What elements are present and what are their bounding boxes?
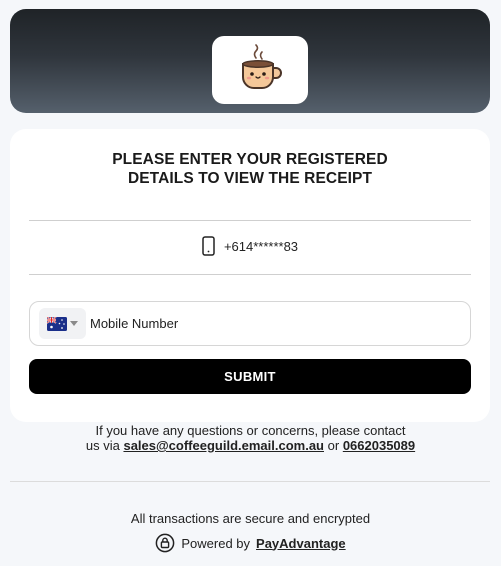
contact-or: or (327, 438, 340, 453)
divider-top (29, 220, 471, 221)
contact-line-1: If you have any questions or concerns, p… (95, 423, 406, 438)
mobile-phone-icon (202, 236, 215, 256)
australia-flag-icon (47, 316, 67, 331)
card-title-line-2: DETAILS TO VIEW THE RECEIPT (127, 170, 373, 187)
footer-divider (10, 481, 490, 482)
contact-info: If you have any questions or concerns, p… (0, 423, 501, 453)
mobile-number-input[interactable] (90, 316, 430, 331)
phone-link[interactable]: 0662035089 (343, 438, 415, 453)
lock-icon (156, 533, 175, 553)
powered-by: Powered by PayAdvantage (0, 532, 501, 554)
divider-bottom (29, 274, 471, 275)
country-selector[interactable] (39, 308, 86, 339)
coffee-cup-icon (242, 44, 282, 89)
details-card: PLEASE ENTER YOUR REGISTERED DETAILS TO … (10, 129, 490, 422)
masked-phone-number: +614******83 (223, 238, 299, 254)
registered-phone: +614******83 (10, 236, 490, 256)
card-title: PLEASE ENTER YOUR REGISTERED DETAILS TO … (10, 150, 490, 188)
chevron-down-icon (70, 321, 78, 326)
contact-prefix: us via (85, 438, 120, 453)
mobile-number-field (29, 301, 471, 346)
submit-button[interactable]: SUBMIT (29, 359, 471, 394)
contact-line-2: us via sales@coffeeguild.email.com.au or… (0, 438, 501, 453)
brand-logo (212, 36, 308, 104)
email-link[interactable]: sales@coffeeguild.email.com.au (123, 438, 324, 453)
card-title-line-1: PLEASE ENTER YOUR REGISTERED (112, 151, 388, 168)
powered-by-text: Powered by (181, 535, 251, 551)
payadvantage-link[interactable]: PayAdvantage (256, 536, 346, 551)
secure-note: All transactions are secure and encrypte… (130, 511, 371, 526)
header-banner (10, 9, 490, 113)
